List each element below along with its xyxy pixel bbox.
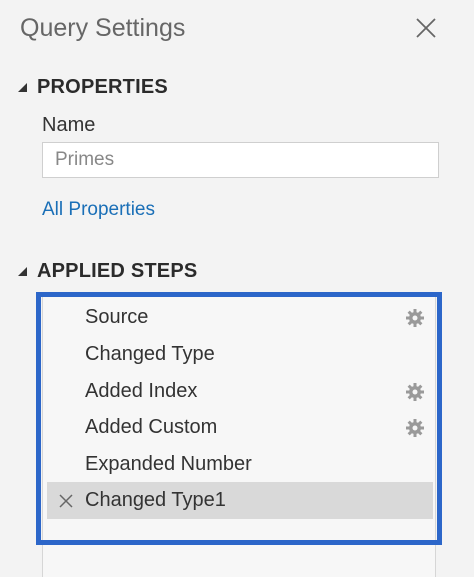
name-label: Name <box>42 114 96 136</box>
delete-icon <box>59 493 73 508</box>
close-button[interactable] <box>410 12 442 44</box>
step-label: Changed Type1 <box>85 489 226 511</box>
step-remove-slot <box>47 299 85 336</box>
step-expanded-number[interactable]: Expanded Number <box>47 446 433 483</box>
caret-down-icon <box>18 267 27 276</box>
caret-down-icon <box>18 83 27 92</box>
applied-steps-list: Source Changed Type Added Index Added Cu… <box>42 296 436 577</box>
step-settings-button[interactable] <box>397 299 433 336</box>
step-settings-button[interactable] <box>397 409 433 446</box>
applied-steps-header-label: APPLIED STEPS <box>37 260 198 282</box>
step-remove-slot <box>47 336 85 373</box>
step-label: Source <box>85 306 149 328</box>
step-changed-type[interactable]: Changed Type <box>47 336 433 373</box>
pane-title: Query Settings <box>20 14 186 42</box>
query-settings-pane: Query Settings PROPERTIES Name All Prope… <box>0 0 474 577</box>
step-label: Added Custom <box>85 416 218 438</box>
step-settings-slot <box>397 482 433 519</box>
step-remove-slot <box>47 409 85 446</box>
properties-section-header[interactable]: PROPERTIES <box>18 76 168 99</box>
applied-steps-section-header[interactable]: APPLIED STEPS <box>18 260 197 283</box>
gear-icon <box>406 418 424 437</box>
step-remove-slot <box>47 373 85 410</box>
step-settings-slot <box>397 336 433 373</box>
step-label: Added Index <box>85 380 198 402</box>
step-changed-type1[interactable]: Changed Type1 <box>47 482 433 519</box>
delete-step-button[interactable] <box>47 482 85 519</box>
step-remove-slot <box>47 446 85 483</box>
close-icon <box>416 18 436 38</box>
step-settings-slot <box>397 446 433 483</box>
gear-icon <box>406 382 424 401</box>
name-input[interactable] <box>42 142 439 178</box>
step-source[interactable]: Source <box>47 299 433 336</box>
all-properties-link[interactable]: All Properties <box>42 199 155 221</box>
step-added-custom[interactable]: Added Custom <box>47 409 433 446</box>
properties-header-label: PROPERTIES <box>37 76 168 98</box>
step-label: Changed Type <box>85 343 215 365</box>
step-label: Expanded Number <box>85 453 252 475</box>
step-added-index[interactable]: Added Index <box>47 373 433 410</box>
step-settings-button[interactable] <box>397 373 433 410</box>
gear-icon <box>406 308 424 327</box>
